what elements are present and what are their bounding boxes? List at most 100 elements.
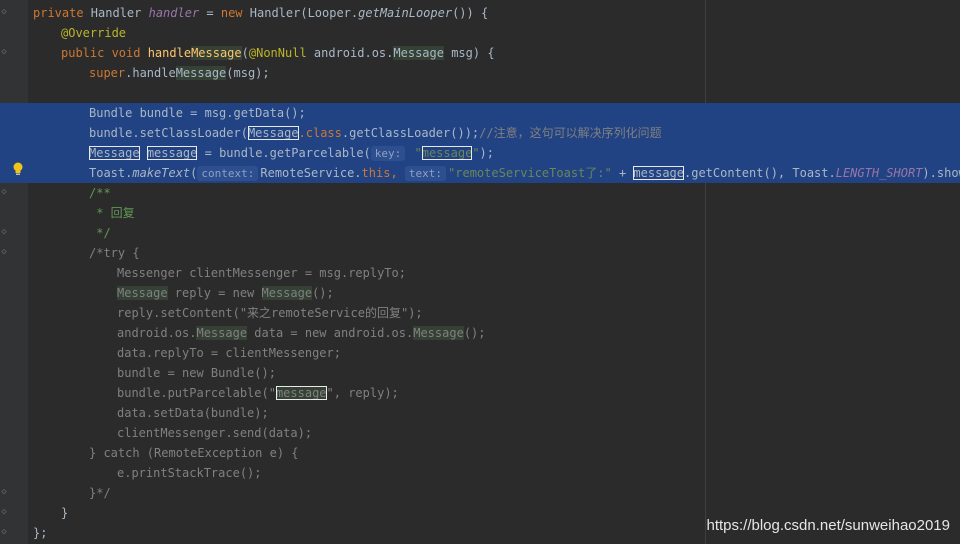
code-token: .getContent(), Toast. <box>684 166 836 180</box>
code-line[interactable]: super.handleMessage(msg); <box>0 63 960 83</box>
parameter-hint: text: <box>404 166 447 181</box>
code-text: /** <box>89 183 111 203</box>
code-text: public void handleMessage(@NonNull andro… <box>61 43 495 63</box>
code-token: }*/ <box>89 486 111 500</box>
code-text: } <box>61 503 68 523</box>
code-token: reply.setContent("来之remoteService的回复"); <box>117 306 423 320</box>
watermark: https://blog.csdn.net/sunweihao2019 <box>706 517 950 534</box>
code-line[interactable]: * 回复 <box>0 203 960 223</box>
code-token: /** <box>89 186 111 200</box>
code-line[interactable]: /*try { <box>0 243 960 263</box>
code-token: ); <box>479 146 494 160</box>
code-text: @Override <box>61 23 126 43</box>
code-token: = <box>199 6 221 20</box>
code-line[interactable]: android.os.Message data = new android.os… <box>0 323 960 343</box>
code-token: e.printStackTrace(); <box>117 466 262 480</box>
code-token: "remoteServiceToast了:" <box>448 166 612 180</box>
code-text: data.setData(bundle); <box>117 403 269 423</box>
code-text: e.printStackTrace(); <box>117 463 262 483</box>
code-line[interactable]: data.setData(bundle); <box>0 403 960 423</box>
code-line[interactable]: }*/ <box>0 483 960 503</box>
parameter-hint: key: <box>370 146 406 161</box>
code-token: Message <box>413 326 464 340</box>
code-text: bundle = new Bundle(); <box>117 363 276 383</box>
code-token: LENGTH_SHORT <box>835 166 923 180</box>
code-token: handle <box>147 46 192 60</box>
code-token: super <box>89 66 126 80</box>
code-line[interactable]: clientMessenger.send(data); <box>0 423 960 443</box>
code-text: reply.setContent("来之remoteService的回复"); <box>117 303 423 323</box>
code-text: bundle.setClassLoader(Message.class.getC… <box>89 123 662 143</box>
code-line[interactable]: private Handler handler = new Handler(Lo… <box>0 3 960 23</box>
code-token: @Override <box>61 26 127 40</box>
code-token: android.os. <box>117 326 197 340</box>
code-token: (); <box>463 326 486 340</box>
code-line[interactable]: Message message = bundle.getParcelable(k… <box>0 143 960 163</box>
code-token: message <box>421 146 473 160</box>
code-line[interactable]: data.replyTo = clientMessenger; <box>0 343 960 363</box>
code-line[interactable]: Message reply = new Message(); <box>0 283 960 303</box>
code-line[interactable]: Messenger clientMessenger = msg.replyTo; <box>0 263 960 283</box>
code-token: @NonNull <box>248 46 314 60</box>
lightbulb-icon[interactable] <box>12 162 24 176</box>
code-editor[interactable]: private Handler handler = new Handler(Lo… <box>0 0 960 544</box>
code-token: this <box>361 166 391 180</box>
code-line[interactable]: e.printStackTrace(); <box>0 463 960 483</box>
code-token: Message <box>261 286 313 300</box>
code-token: RemoteService. <box>260 166 362 180</box>
code-text: Message reply = new Message(); <box>117 283 334 303</box>
code-line[interactable]: */ <box>0 223 960 243</box>
code-line[interactable]: @Override <box>0 23 960 43</box>
code-token: Message <box>393 46 444 60</box>
code-line[interactable]: bundle.setClassLoader(Message.class.getC… <box>0 123 960 143</box>
code-token: , <box>390 166 405 180</box>
code-line[interactable]: bundle = new Bundle(); <box>0 363 960 383</box>
code-token: ).show(); <box>922 166 960 180</box>
code-token: msg) { <box>443 46 495 60</box>
code-token: getMainLooper <box>358 6 453 20</box>
code-token: Messenger clientMessenger = msg.replyTo; <box>117 266 406 280</box>
code-token: message <box>633 166 684 180</box>
code-token: = bundle.getParcelable( <box>197 146 371 160</box>
code-token: Toast. <box>89 166 133 180</box>
code-token: message <box>275 386 327 400</box>
code-token: data.replyTo = clientMessenger; <box>117 346 341 360</box>
code-token: .handle <box>125 66 176 80</box>
code-text: /*try { <box>89 243 140 263</box>
code-text: Message message = bundle.getParcelable(k… <box>89 143 494 163</box>
code-text: data.replyTo = clientMessenger; <box>117 343 341 363</box>
code-token: ( <box>241 46 249 60</box>
code-text: } catch (RemoteException e) { <box>89 443 299 463</box>
code-token: (); <box>312 286 334 300</box>
code-line[interactable]: /** <box>0 183 960 203</box>
code-token: .class <box>298 126 342 140</box>
code-text: Messenger clientMessenger = msg.replyTo; <box>117 263 406 283</box>
code-token: bundle.putParcelable(" <box>117 386 276 400</box>
code-token: .getClassLoader()); <box>341 126 480 140</box>
code-line[interactable]: } catch (RemoteException e) { <box>0 443 960 463</box>
code-line[interactable] <box>0 83 960 103</box>
code-token: Handler(Looper. <box>249 6 359 20</box>
code-token: } <box>61 506 69 520</box>
code-token: bundle = new Bundle(); <box>117 366 276 380</box>
code-text: }*/ <box>89 483 111 503</box>
code-line[interactable]: public void handleMessage(@NonNull andro… <box>0 43 960 63</box>
code-token: Message <box>175 66 227 80</box>
code-token: */ <box>89 226 111 240</box>
code-token: } catch (RemoteException e) { <box>89 446 299 460</box>
code-token: /*try { <box>89 246 140 260</box>
code-token: * 回复 <box>89 206 135 220</box>
code-text: android.os.Message data = new android.os… <box>117 323 486 343</box>
code-line[interactable]: reply.setContent("来之remoteService的回复"); <box>0 303 960 323</box>
code-line[interactable]: Bundle bundle = msg.getData(); <box>0 103 960 123</box>
code-token: data.setData(bundle); <box>117 406 269 420</box>
code-token: Message <box>196 326 248 340</box>
code-token: bundle.setClassLoader( <box>89 126 248 140</box>
code-line[interactable]: Toast.makeText(context: RemoteService.thi… <box>0 163 960 183</box>
code-text: private Handler handler = new Handler(Lo… <box>33 3 488 23</box>
code-token: android.os. <box>313 46 394 60</box>
code-line[interactable]: bundle.putParcelable("message", reply); <box>0 383 960 403</box>
code-token: Message <box>191 46 242 60</box>
code-token: makeText <box>132 166 191 180</box>
